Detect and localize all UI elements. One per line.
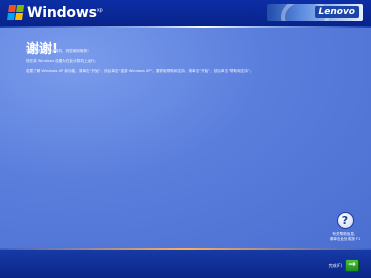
paragraph-2: 现在将 Windows 设置为在此计算机上运行。	[26, 59, 99, 63]
bottom-bar	[0, 250, 371, 278]
finish-label[interactable]: 完成(F)	[329, 263, 342, 269]
finish-arrow-button[interactable]: →	[345, 259, 359, 272]
help-question-icon[interactable]: ?	[336, 212, 354, 229]
arrow-right-icon: →	[348, 260, 356, 270]
help-text[interactable]: 有关帮助信息， 请单击此处或按 F1	[328, 232, 362, 241]
windows-flag-icon	[7, 5, 25, 21]
paragraph-3: 若要了解 Windows XP 新功能，请单击“开始”，然后单击“漫游 Wind…	[26, 69, 254, 73]
top-bar: Windowsxp Lenovo	[0, 0, 371, 26]
brand-logo: Lenovo	[314, 6, 359, 18]
paragraph-1: 感谢您选择联想计算机，祝您使用愉快！	[26, 49, 91, 53]
finish-control[interactable]: 完成(F) →	[329, 259, 359, 272]
content-area: 谢谢! 感谢您选择联想计算机，祝您使用愉快！ 现在将 Windows 设置为在此…	[0, 28, 371, 250]
help-link[interactable]: ? 有关帮助信息， 请单击此处或按 F1	[328, 212, 362, 241]
logo-text: Windowsxp	[27, 5, 103, 21]
brand-banner: Lenovo	[267, 4, 363, 21]
windows-logo: Windowsxp	[7, 3, 103, 23]
page-title: 谢谢!	[26, 42, 58, 57]
